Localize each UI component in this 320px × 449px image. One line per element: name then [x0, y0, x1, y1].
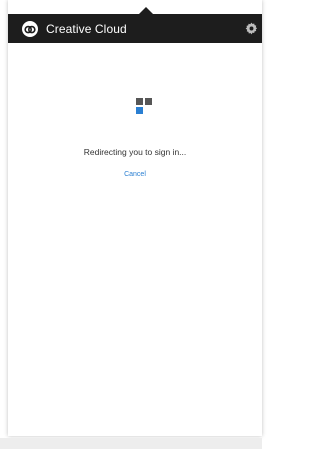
app-title: Creative Cloud	[46, 21, 127, 36]
status-message: Redirecting you to sign in...	[83, 147, 187, 157]
popup-arrow	[138, 7, 154, 15]
cancel-link[interactable]: Cancel	[8, 171, 262, 178]
desktop-background	[0, 438, 262, 449]
loader-square	[136, 107, 143, 114]
gear-icon[interactable]	[243, 20, 260, 37]
loading-squares-icon	[136, 98, 154, 116]
loader-square	[136, 98, 143, 105]
app-window: Creative Cloud Redirecting you to sign i…	[0, 0, 262, 449]
popup-panel	[8, 0, 262, 436]
creative-cloud-logo-icon	[21, 20, 39, 38]
loader-square	[145, 98, 152, 105]
header-bar: Creative Cloud	[8, 14, 262, 43]
